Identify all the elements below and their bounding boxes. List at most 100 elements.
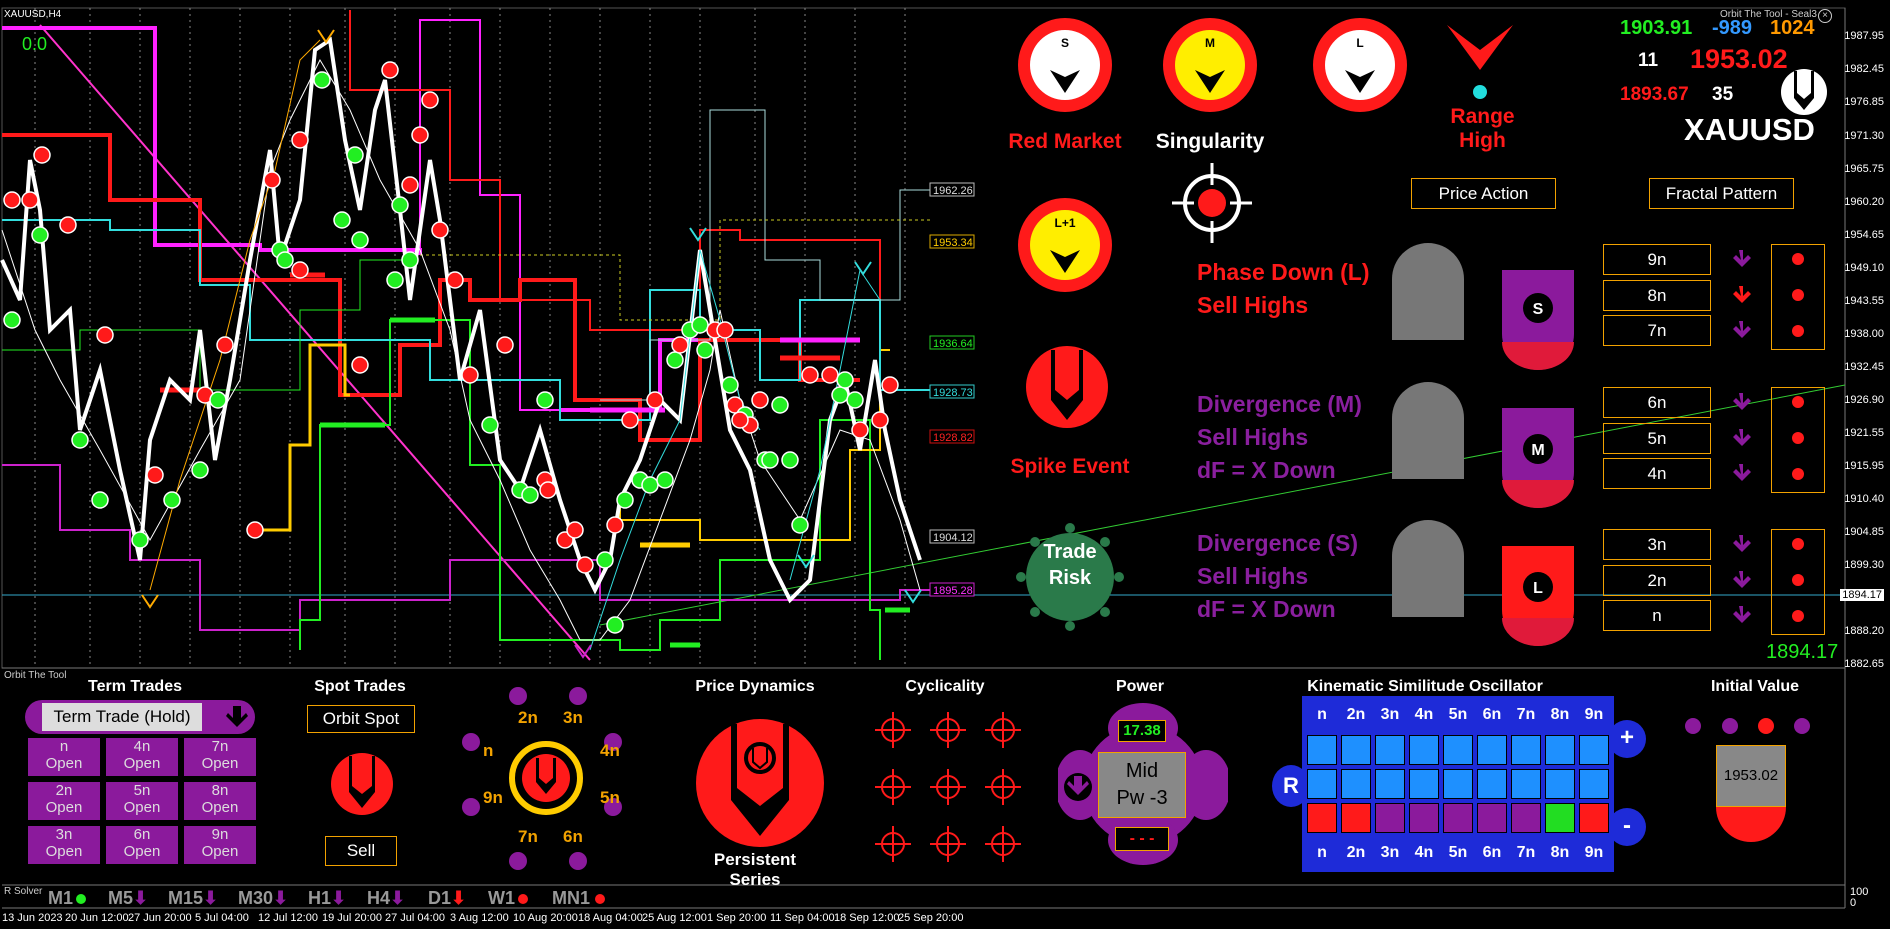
indicator-value: 0.0 [22,34,48,54]
cell-bottom: Open [45,799,83,816]
tf-label: M15 [168,888,204,908]
kso-cell [1545,735,1575,765]
fractal-pattern-button[interactable]: Fractal Pattern [1649,178,1794,209]
fractal-row-3n[interactable]: 3n [1603,529,1711,560]
compass-l-icon[interactable]: L [1310,15,1410,115]
trade-risk-label-2: Risk [1048,567,1092,589]
symbol-name: XAUUSD [1684,112,1815,147]
term-cell-9n[interactable]: 9n Open [183,825,257,865]
tf-d1[interactable]: D1⬇ [428,888,466,909]
kso-plus-button[interactable]: + [1608,720,1646,758]
fractal-row-7n[interactable]: 7n [1603,315,1711,346]
fractal-row-5n[interactable]: 5n [1603,423,1711,454]
cell-bottom: Open [123,755,161,772]
sym-value-6: 1893.67 [1620,84,1689,105]
tf-h4[interactable]: H4⬇ [367,888,405,909]
sell-button[interactable]: Sell [325,836,397,866]
kso-header-n: n [1307,700,1337,730]
x-tick: 11 Sep 04:00 [770,912,835,924]
tf-m15[interactable]: M15⬇ [168,888,218,909]
sym-value-4: 11 [1638,50,1659,71]
tf-h1[interactable]: H1⬇ [308,888,346,909]
y-tick: 1926.90 [1844,394,1884,406]
kso-cell [1341,735,1371,765]
fractal-row-9n[interactable]: 9n [1603,244,1711,275]
compass-l1-icon[interactable]: L+1 [1015,195,1115,295]
tf-label: M1 [48,888,74,908]
r-solver-label: R Solver [4,886,43,897]
term-cell-7n[interactable]: 7n Open [183,737,257,777]
compass-s-icon[interactable]: S [1015,15,1115,115]
term-cell-6n[interactable]: 6n Open [105,825,179,865]
orbit-n: n [483,741,494,760]
term-cell-2n[interactable]: 2n Open [27,781,101,821]
x-tick: 10 Aug 20:00 [513,912,578,924]
kso-cell [1307,735,1337,765]
cell-bottom: Open [201,799,239,816]
term-trade-hold-button[interactable]: Term Trade (Hold) [42,703,202,731]
term-cell-n[interactable]: n Open [27,737,101,777]
tf-m5[interactable]: M5⬇ [108,888,148,909]
kso-cell [1375,803,1405,833]
svg-text:M: M [1531,442,1544,459]
price-dynamics-arrow-icon [696,719,824,847]
div-m-line-1: Divergence (M) [1197,391,1362,417]
fractal-row-n[interactable]: n [1603,600,1711,631]
term-cell-5n[interactable]: 5n Open [105,781,179,821]
x-tick: 13 Jun 2023 [2,912,63,924]
tombstone-l-icon [1392,520,1464,617]
term-cell-3n[interactable]: 3n Open [27,825,101,865]
term-cell-8n[interactable]: 8n Open [183,781,257,821]
shield-s-icon: S [1502,270,1574,370]
initial-value-box: 1953.02 [1716,745,1786,807]
term-cell-4n[interactable]: 4n Open [105,737,179,777]
tf-m30[interactable]: M30⬇ [238,888,288,909]
kso-header-6n: 6n [1477,700,1507,730]
down-arrow-icon: ⬇ [451,888,467,908]
tf-mn1[interactable]: MN1 [552,888,606,909]
tf-w1[interactable]: W1 [488,888,528,909]
kso-r-button[interactable]: R [1272,765,1310,807]
sym-value-5: 1953.02 [1690,44,1788,74]
kso-cell [1579,803,1609,833]
fractal-dots-box-2 [1771,387,1825,493]
crosshair-icon [1172,163,1252,243]
kso-header-9n: 9n [1579,700,1609,730]
tf-m1[interactable]: M1 [48,888,87,909]
current-price-label: 1894.17 [1766,641,1839,663]
tombstone-m-icon [1392,382,1464,479]
cell-bottom: Open [123,843,161,860]
fractal-row-6n[interactable]: 6n [1603,387,1711,418]
bottom-window-label: Orbit The Tool [4,670,67,681]
y-tick: 1932.45 [1844,361,1884,373]
svg-text:L: L [1533,580,1543,597]
kso-minus-button[interactable]: - [1608,808,1646,846]
compass-m-icon[interactable]: M [1160,15,1260,115]
fractal-row-4n[interactable]: 4n [1603,458,1711,489]
fractal-row-2n[interactable]: 2n [1603,565,1711,596]
phase-block: Phase Down (L) Sell Highs [1197,256,1370,322]
phase-line-2: Sell Highs [1197,292,1309,318]
fractal-row-8n[interactable]: 8n [1603,280,1711,311]
tf-label: H4 [367,888,391,908]
price-action-button[interactable]: Price Action [1411,178,1556,209]
shield-m-icon: M [1502,408,1574,508]
chart-symbol-title: XAUUSD,H4 [4,9,62,20]
orbit-5n: 5n [600,788,620,807]
persistent-series-label: Persistent Series [713,850,797,889]
tombstone-s-icon [1392,243,1464,340]
orbit-spot-button[interactable]: Orbit Spot [307,705,415,733]
term-down-arrow-icon[interactable] [220,700,254,734]
kso-cell [1545,769,1575,799]
cell-bottom: Open [45,843,83,860]
kso-cell [1443,735,1473,765]
div-s-line-1: Divergence (S) [1197,530,1359,556]
div-s-line-3: dF = X Down [1197,596,1336,622]
svg-text:1928.73: 1928.73 [933,387,973,399]
close-icon[interactable]: × [1818,9,1832,23]
y-tick: 1943.55 [1844,295,1884,307]
term-trades-title: Term Trades [88,678,182,695]
power-value: 17.38 [1118,720,1166,742]
kso-footer-n: n [1307,838,1337,868]
sub-y-tick: 0 [1850,897,1857,909]
